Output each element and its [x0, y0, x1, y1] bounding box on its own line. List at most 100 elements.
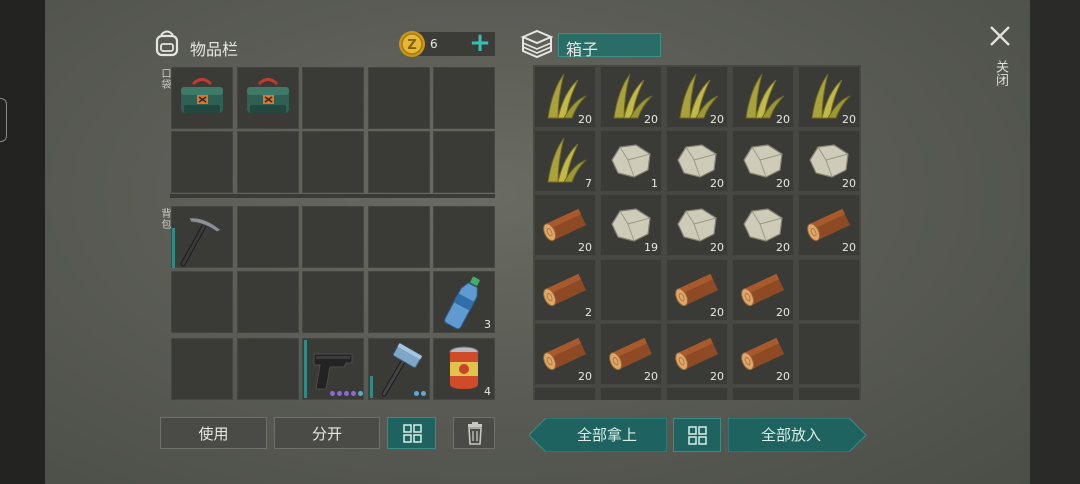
- backpack-slot[interactable]: [302, 271, 364, 333]
- chest-slot-log[interactable]: 20: [534, 194, 596, 256]
- take-all-button[interactable]: 全部拿上: [529, 418, 667, 452]
- chest-slot-log[interactable]: 20: [798, 194, 860, 256]
- close-label: 关闭: [993, 60, 1008, 86]
- chest-slot-log[interactable]: 20: [666, 323, 728, 385]
- chest-slot-grass[interactable]: 20: [534, 66, 596, 128]
- backpack-slot[interactable]: [302, 338, 364, 400]
- section-divider: [170, 194, 495, 198]
- grid-icon: [403, 424, 422, 443]
- item-count: 20: [776, 241, 790, 254]
- backpack-slot[interactable]: [368, 338, 430, 400]
- item-count: 20: [776, 113, 790, 126]
- backpack-slot[interactable]: [171, 338, 233, 400]
- chest-slot-stone[interactable]: 20: [798, 130, 860, 192]
- trash-icon: [468, 422, 482, 445]
- chest-slot-grass[interactable]: 20: [666, 66, 728, 128]
- chest-slot-grass[interactable]: 20: [600, 66, 662, 128]
- pocket-slot[interactable]: [302, 67, 364, 129]
- item-count: 3: [484, 318, 491, 331]
- backpack-slot[interactable]: [237, 271, 299, 333]
- item-count: 20: [578, 241, 592, 254]
- item-count: 20: [776, 306, 790, 319]
- coin-count: 6: [430, 37, 438, 51]
- chest-slot-stone[interactable]: 20: [732, 194, 794, 256]
- screen-bezel-left: [0, 0, 45, 484]
- toolbox-icon: [181, 78, 223, 113]
- item-count: 4: [484, 385, 491, 398]
- item-count: 20: [710, 113, 724, 126]
- chest-slot-stone[interactable]: 1: [600, 130, 662, 192]
- chest-slot-grass[interactable]: 20: [732, 66, 794, 128]
- backpack-slot[interactable]: [237, 206, 299, 268]
- backpack-slot[interactable]: [171, 206, 233, 268]
- chest-slot-log[interactable]: 2: [534, 259, 596, 321]
- durability-bar: [370, 376, 373, 398]
- pocket-slot[interactable]: [368, 67, 430, 129]
- item-count: 20: [776, 370, 790, 383]
- backpack-slot[interactable]: [368, 206, 430, 268]
- trash-button[interactable]: [453, 417, 495, 449]
- close-button[interactable]: [986, 22, 1014, 50]
- item-count: 19: [644, 241, 658, 254]
- item-count: 20: [710, 306, 724, 319]
- backpack-slot[interactable]: [302, 206, 364, 268]
- backpack-slot[interactable]: [368, 271, 430, 333]
- chest-slot-grass[interactable]: 20: [798, 66, 860, 128]
- item-count: 20: [578, 370, 592, 383]
- chest-slot-empty[interactable]: [732, 387, 794, 400]
- chest-slot-empty[interactable]: [798, 259, 860, 321]
- item-count: 20: [710, 370, 724, 383]
- item-count: 20: [842, 113, 856, 126]
- chest-slot-grass[interactable]: 7: [534, 130, 596, 192]
- add-coins-button[interactable]: +: [469, 30, 491, 56]
- chest-grid: 20 20 20 20 20 7 1 20 20 20 20 19 20 20 20 2 20 20 20 20 20 2…: [533, 65, 861, 400]
- svg-text:Z: Z: [407, 38, 416, 53]
- backpack-slot[interactable]: [171, 271, 233, 333]
- backpack-slot[interactable]: 4: [433, 338, 495, 400]
- pocket-slot[interactable]: [433, 131, 495, 193]
- chest-slot-log[interactable]: 20: [732, 259, 794, 321]
- coin-icon: Z: [397, 29, 427, 63]
- backpack-slot[interactable]: [237, 338, 299, 400]
- item-count: 20: [710, 241, 724, 254]
- item-count: 20: [776, 177, 790, 190]
- grid-icon: [688, 426, 707, 445]
- pocket-slot[interactable]: [237, 131, 299, 193]
- sort-button[interactable]: [387, 417, 436, 449]
- item-count: 20: [842, 241, 856, 254]
- pocket-slot[interactable]: [302, 131, 364, 193]
- chest-slot-empty[interactable]: [798, 387, 860, 400]
- chest-title: 箱子: [566, 40, 599, 59]
- pocket-slot[interactable]: [171, 131, 233, 193]
- chest-slot-stone[interactable]: 20: [666, 130, 728, 192]
- chest-slot-empty[interactable]: [534, 387, 596, 400]
- chest-slot-empty[interactable]: [600, 259, 662, 321]
- chest-slot-log[interactable]: 20: [666, 259, 728, 321]
- toolbox-icon: [247, 78, 289, 113]
- chest-slot-log[interactable]: 20: [732, 323, 794, 385]
- chest-slot-stone[interactable]: 19: [600, 194, 662, 256]
- pocket-slot[interactable]: [433, 67, 495, 129]
- use-button[interactable]: 使用: [160, 417, 267, 449]
- quality-dots: [414, 391, 426, 396]
- pocket-slot[interactable]: [171, 67, 233, 129]
- chest-slot-empty[interactable]: [600, 387, 662, 400]
- pocket-slot[interactable]: [237, 67, 299, 129]
- item-count: 20: [710, 177, 724, 190]
- close-icon: [990, 26, 1010, 46]
- chest-sort-button[interactable]: [673, 418, 721, 452]
- chest-slot-log[interactable]: 20: [600, 323, 662, 385]
- chest-slot-log[interactable]: 20: [534, 323, 596, 385]
- chest-slot-stone[interactable]: 20: [666, 194, 728, 256]
- put-all-button[interactable]: 全部放入: [728, 418, 866, 452]
- chest-slot-stone[interactable]: 20: [732, 130, 794, 192]
- backpack-slot[interactable]: 3: [433, 271, 495, 333]
- item-count: 20: [644, 113, 658, 126]
- chest-slot-empty[interactable]: [798, 323, 860, 385]
- backpack-slot[interactable]: [433, 206, 495, 268]
- chest-slot-empty[interactable]: [666, 387, 728, 400]
- backpack-label: 背包: [159, 208, 170, 230]
- pocket-label: 口袋: [159, 68, 170, 90]
- pocket-slot[interactable]: [368, 131, 430, 193]
- split-button[interactable]: 分开: [274, 417, 380, 449]
